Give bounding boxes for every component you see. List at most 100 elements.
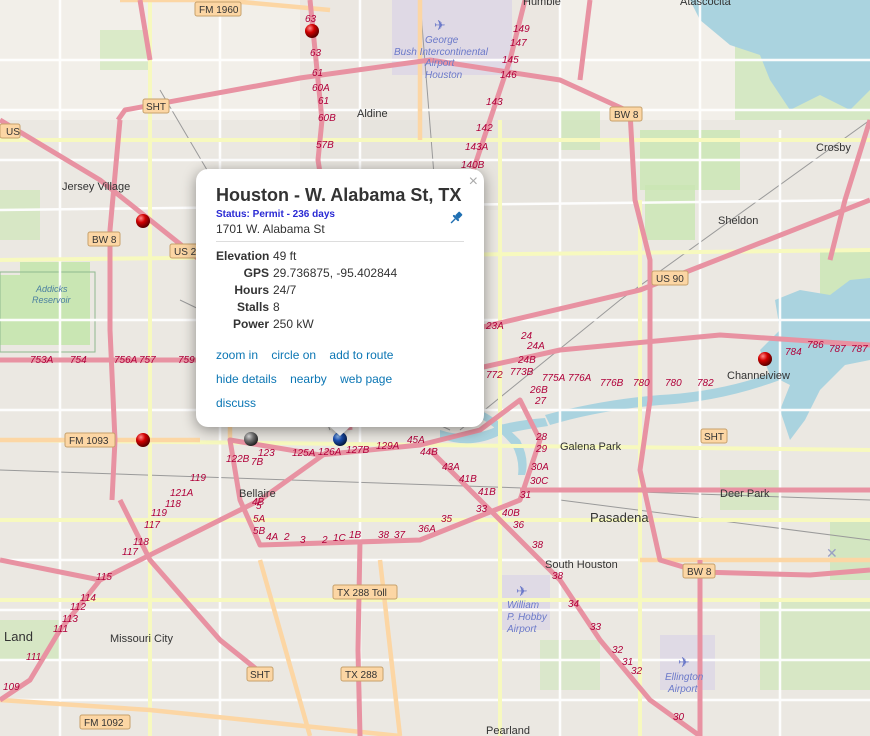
circle-on-link[interactable]: circle on: [271, 348, 316, 362]
exit-number: 30: [673, 712, 685, 723]
exit-number: 773B: [510, 367, 534, 378]
svg-text:US 2: US 2: [174, 247, 197, 258]
shield-tx288-toll: TX 288 Toll: [332, 584, 398, 600]
exit-number: 786: [807, 340, 824, 351]
exit-number: 1C: [333, 533, 347, 544]
exit-number: 24A: [526, 341, 545, 352]
pin-icon[interactable]: [448, 210, 464, 226]
exit-number: 753A: [30, 355, 54, 366]
exit-number: 754: [70, 355, 87, 366]
exit-number: 40B: [502, 508, 520, 519]
web-page-link[interactable]: web page: [340, 372, 392, 386]
exit-number: 143: [486, 97, 503, 108]
svg-text:Ellington: Ellington: [665, 672, 704, 683]
nearby-link[interactable]: nearby: [290, 372, 327, 386]
place-crosby: Crosby: [816, 142, 851, 154]
details-table: Elevation 49 ft GPS 29.736875, -95.402844 …: [216, 248, 464, 333]
exit-number: 41B: [478, 487, 496, 498]
place-galena-park: Galena Park: [560, 441, 622, 453]
shield-us90: US 90: [651, 270, 689, 286]
place-land: Land: [4, 629, 33, 644]
add-to-route-link[interactable]: add to route: [329, 348, 393, 362]
exit-number: 145: [502, 55, 519, 66]
detail-row-elevation: Elevation 49 ft: [216, 249, 297, 263]
detail-row-power: Power 250 kW: [232, 317, 314, 331]
place-deer-park: Deer Park: [720, 488, 770, 500]
svg-text:Airport: Airport: [506, 624, 538, 635]
exit-number: 776B: [600, 378, 624, 389]
shield-fm1092: FM 1092: [79, 714, 131, 730]
exit-number: 41B: [459, 474, 477, 485]
place-pearland: Pearland: [486, 725, 530, 736]
discuss-link[interactable]: discuss: [216, 396, 256, 410]
svg-text:TX 288 Toll: TX 288 Toll: [337, 588, 387, 599]
exit-number: 111: [26, 652, 41, 663]
exit-number: 34: [568, 599, 580, 610]
svg-text:US 90: US 90: [656, 274, 684, 285]
airplane-icon: ✈: [516, 583, 528, 599]
station-marker-grey[interactable]: [244, 432, 258, 446]
exit-number: 33: [590, 622, 602, 633]
svg-text:P. Hobby: P. Hobby: [507, 612, 548, 623]
exit-number: 115: [96, 572, 112, 583]
shield-fm1093: FM 1093: [64, 432, 116, 448]
svg-text:BW 8: BW 8: [92, 235, 117, 246]
place-sheldon: Sheldon: [718, 215, 758, 227]
exit-number: 787: [829, 344, 846, 355]
exit-number: 36A: [418, 524, 436, 535]
shield-bw8: BW 8: [87, 231, 121, 247]
station-address: 1701 W. Alabama St: [216, 222, 464, 242]
exit-number: 2: [283, 532, 290, 543]
exit-number: 60A: [312, 83, 330, 94]
station-marker-red[interactable]: [136, 214, 150, 228]
exit-number: 757: [139, 355, 156, 366]
exit-number: 780: [665, 378, 682, 389]
station-marker-red[interactable]: [758, 352, 772, 366]
exit-number: 784: [785, 347, 802, 358]
zoom-in-link[interactable]: zoom in: [216, 348, 258, 362]
svg-text:FM 1960: FM 1960: [199, 5, 239, 16]
exit-number: 782: [697, 378, 714, 389]
place-jersey-village: Jersey Village: [62, 181, 130, 193]
place-missouri-city: Missouri City: [110, 633, 173, 645]
exit-number: 32: [631, 666, 643, 677]
station-popup: × Houston - W. Alabama St, TX Status: Pe…: [196, 169, 484, 427]
exit-number: 28: [535, 432, 548, 443]
close-icon[interactable]: ×: [469, 173, 478, 191]
place-humble: Humble: [523, 0, 561, 8]
exit-number: 60B: [318, 113, 336, 124]
exit-number: 31: [520, 490, 531, 501]
exit-number: 5B: [253, 526, 266, 537]
detail-row-gps: GPS 29.736875, -95.402844: [243, 266, 398, 280]
exit-number: 27: [534, 396, 547, 407]
place-south-houston: South Houston: [545, 559, 618, 571]
station-marker-red[interactable]: [136, 433, 150, 447]
exit-number: 756A: [114, 355, 138, 366]
exit-number: 38: [552, 571, 564, 582]
exit-number: 119: [190, 473, 206, 484]
station-marker-red[interactable]: [305, 24, 319, 38]
svg-text:BW 8: BW 8: [687, 567, 712, 578]
exit-number: 2: [321, 535, 328, 546]
exit-number: 122B: [226, 454, 250, 465]
status-text: Status: Permit - 236 days: [216, 209, 335, 220]
exit-number: 125A: [292, 448, 316, 459]
svg-text:Bush Intercontinental: Bush Intercontinental: [394, 47, 489, 58]
svg-text:William: William: [507, 600, 539, 611]
exit-number: 43A: [442, 462, 460, 473]
svg-text:US: US: [6, 127, 20, 138]
airplane-icon: ✈: [434, 17, 446, 33]
exit-number: 30C: [530, 476, 549, 487]
svg-text:SHT: SHT: [704, 432, 724, 443]
exit-number: 29: [535, 444, 548, 455]
hide-details-link[interactable]: hide details: [216, 372, 277, 386]
exit-number: 44B: [420, 447, 438, 458]
svg-text:TX 288: TX 288: [345, 670, 378, 681]
exit-number: 776A: [568, 373, 592, 384]
svg-text:George: George: [425, 35, 459, 46]
place-aldine: Aldine: [357, 108, 388, 120]
exit-number: 146: [500, 70, 517, 81]
shield-sht: SHT: [142, 98, 170, 114]
svg-text:FM 1092: FM 1092: [84, 718, 124, 729]
shield-tx288: TX 288: [340, 666, 384, 682]
